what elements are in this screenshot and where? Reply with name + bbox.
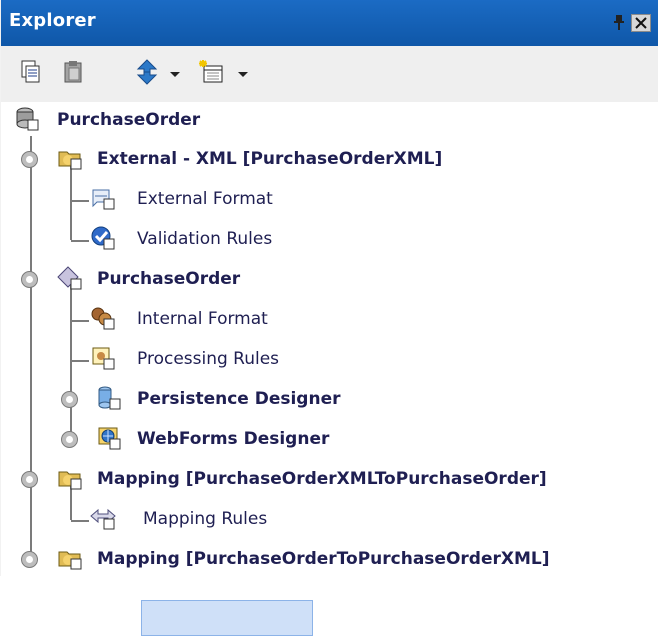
folder-icon bbox=[56, 144, 84, 172]
dropdown-arrow-icon[interactable] bbox=[167, 58, 183, 86]
cylinder-icon bbox=[95, 384, 123, 412]
tree-node-label: WebForms Designer bbox=[137, 429, 330, 449]
tree-node-persistence-designer[interactable]: Persistence Designer bbox=[61, 383, 391, 415]
tree-node-external-xml[interactable]: External - XML [PurchaseOrderXML] bbox=[21, 143, 541, 175]
tree-node-label: Internal Format bbox=[137, 309, 268, 329]
expand-toggle-icon[interactable] bbox=[61, 391, 78, 408]
tree-node-mapping-po-to-xml[interactable]: Mapping [PurchaseOrderToPurchaseOrderXML… bbox=[21, 543, 651, 575]
mapping-folder-icon bbox=[56, 544, 84, 572]
validation-icon bbox=[89, 224, 117, 252]
expand-toggle-icon[interactable] bbox=[21, 551, 38, 568]
tree-node-label: Mapping [PurchaseOrderToPurchaseOrderXML… bbox=[97, 549, 550, 569]
mapping-rules-icon bbox=[89, 504, 117, 532]
tree-node-label: External - XML [PurchaseOrderXML] bbox=[97, 149, 443, 169]
tree-node-validation-rules[interactable]: Validation Rules bbox=[63, 223, 323, 255]
tree-node-mapping-rules[interactable]: Mapping Rules bbox=[63, 503, 323, 535]
titlebar: Explorer bbox=[1, 0, 658, 46]
external-format-icon bbox=[89, 184, 117, 212]
dropdown-arrow-icon[interactable] bbox=[235, 58, 251, 86]
paste-icon[interactable] bbox=[59, 58, 87, 86]
tree-node-mapping-xml-to-po[interactable]: Mapping [PurchaseOrderXMLToPurchaseOrder… bbox=[21, 463, 641, 495]
tree-node-webforms-designer[interactable]: WebForms Designer bbox=[61, 423, 391, 455]
tree-node-label: Processing Rules bbox=[137, 349, 280, 369]
expand-toggle-icon[interactable] bbox=[21, 271, 38, 288]
tree-root-label: PurchaseOrder bbox=[57, 110, 201, 130]
close-icon[interactable] bbox=[631, 14, 651, 32]
tree-connector bbox=[71, 240, 89, 242]
tree-node-external-format[interactable]: External Format bbox=[63, 183, 323, 215]
tree-connector bbox=[71, 520, 89, 522]
expand-toggle-icon[interactable] bbox=[21, 471, 38, 488]
toolbar bbox=[1, 46, 658, 103]
tree-connector bbox=[71, 360, 89, 362]
tree-node-label: PurchaseOrder bbox=[97, 269, 241, 289]
expand-toggle-icon[interactable] bbox=[21, 151, 38, 168]
tree-node-label: Mapping Rules bbox=[143, 509, 268, 529]
tree-node-processing-rules[interactable]: Processing Rules bbox=[63, 343, 323, 375]
window-title: Explorer bbox=[9, 10, 96, 31]
copy-icon[interactable] bbox=[15, 58, 43, 86]
new-item-icon[interactable] bbox=[195, 58, 229, 86]
tree-node-label: Mapping [PurchaseOrderXMLToPurchaseOrder… bbox=[97, 469, 547, 489]
globe-icon bbox=[95, 424, 123, 452]
pin-icon[interactable] bbox=[613, 14, 625, 32]
tree-node-label: Validation Rules bbox=[137, 229, 273, 249]
processing-rules-icon bbox=[89, 344, 117, 372]
tree-node-internal-format[interactable]: Internal Format bbox=[63, 303, 323, 335]
tree-node-label: Persistence Designer bbox=[137, 389, 341, 409]
expand-toggle-icon[interactable] bbox=[61, 431, 78, 448]
tree-root[interactable]: PurchaseOrder bbox=[13, 104, 293, 136]
tree-node-purchaseorder[interactable]: PurchaseOrder bbox=[21, 263, 321, 295]
explorer-tree: PurchaseOrder External - XML [PurchaseOr… bbox=[1, 102, 658, 636]
diamond-icon bbox=[56, 264, 84, 292]
explorer-window: Explorer PurchaseOrder External - XML [P… bbox=[0, 0, 658, 636]
tree-connector bbox=[71, 320, 89, 322]
tree-node-label: External Format bbox=[137, 189, 273, 209]
navigate-icon[interactable] bbox=[132, 58, 162, 86]
mapping-folder-icon bbox=[56, 464, 84, 492]
tree-connector bbox=[71, 200, 89, 202]
gear-icon bbox=[89, 304, 117, 332]
selection-highlight bbox=[141, 600, 313, 636]
database-icon bbox=[13, 105, 41, 133]
